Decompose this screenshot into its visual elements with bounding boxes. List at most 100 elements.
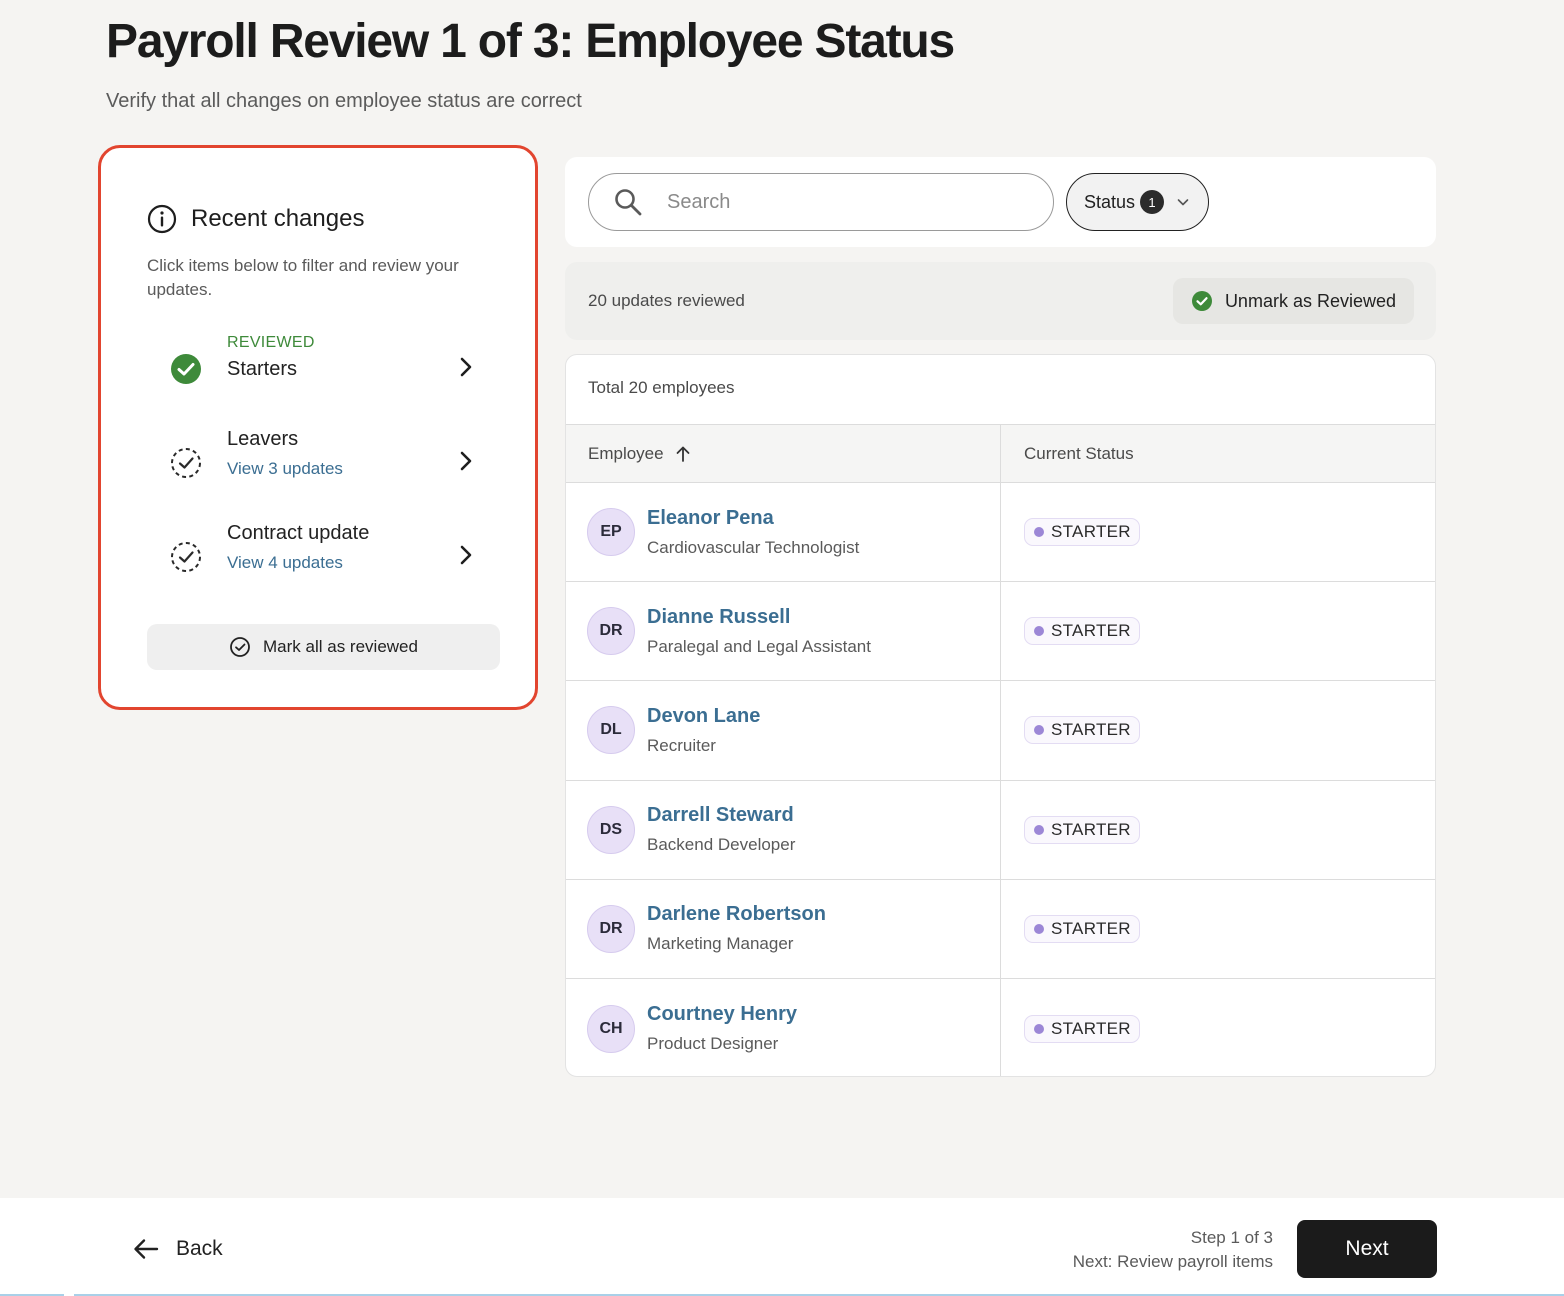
- status-filter-label: Status: [1084, 191, 1136, 212]
- status-badge: STARTER: [1024, 815, 1140, 844]
- status-dot-icon: [1034, 527, 1044, 538]
- avatar: CH: [587, 1004, 635, 1053]
- avatar: DL: [587, 706, 635, 755]
- status-dot-icon: [1034, 1023, 1044, 1034]
- change-item-text: REVIEWED Starters: [227, 334, 315, 381]
- status-cell: STARTER: [1001, 681, 1140, 779]
- updates-reviewed-text: 20 updates reviewed: [588, 291, 745, 310]
- employee-name-link[interactable]: Darlene Robertson: [647, 903, 826, 926]
- status-badge: STARTER: [1024, 716, 1140, 745]
- change-item-contract-update[interactable]: Contract update View 4 updates: [147, 522, 477, 592]
- view-updates-link[interactable]: View 4 updates: [227, 553, 369, 573]
- employee-cell: EP Eleanor Pena Cardiovascular Technolog…: [566, 483, 1001, 582]
- check-circle-icon: [1191, 291, 1212, 311]
- employee-cell: DR Dianne Russell Paralegal and Legal As…: [566, 582, 1001, 681]
- status-dot-icon: [1034, 725, 1044, 736]
- search-input[interactable]: [667, 190, 1027, 214]
- chevron-down-icon: [1177, 199, 1189, 206]
- table-row[interactable]: DL Devon Lane Recruiter STARTER: [566, 681, 1435, 781]
- employee-cell: DS Darrell Steward Backend Developer: [566, 780, 1001, 879]
- employee-name-link[interactable]: Darrell Steward: [647, 804, 795, 827]
- view-updates-link[interactable]: View 3 updates: [227, 459, 343, 479]
- table-header: Employee Current Status: [566, 425, 1435, 483]
- status-badge-label: STARTER: [1051, 1018, 1131, 1038]
- sort-ascending-icon: [676, 446, 690, 462]
- table-row[interactable]: DR Darlene Robertson Marketing Manager S…: [566, 879, 1435, 979]
- review-status-bar: 20 updates reviewed Unmark as Reviewed: [565, 262, 1436, 340]
- status-badge-label: STARTER: [1051, 522, 1131, 542]
- employee-info: Dianne Russell Paralegal and Legal Assis…: [647, 606, 871, 657]
- back-label: Back: [176, 1237, 223, 1260]
- employee-cell: DL Devon Lane Recruiter: [566, 681, 1001, 780]
- employee-info: Devon Lane Recruiter: [647, 705, 760, 756]
- change-item-name: Contract update: [227, 522, 370, 544]
- employee-info: Eleanor Pena Cardiovascular Technologist: [647, 507, 859, 558]
- recent-changes-card: Recent changes Click items below to filt…: [98, 145, 538, 710]
- check-circle-icon: [171, 354, 201, 384]
- recent-changes-description: Click items below to filter and review y…: [147, 256, 459, 299]
- status-badge: STARTER: [1024, 1014, 1140, 1043]
- status-cell: STARTER: [1001, 979, 1140, 1076]
- table-row[interactable]: EP Eleanor Pena Cardiovascular Technolog…: [566, 483, 1435, 583]
- mark-all-label: Mark all as reviewed: [263, 637, 418, 656]
- avatar: DS: [587, 805, 635, 854]
- status-badge-label: STARTER: [1051, 918, 1131, 938]
- avatar: DR: [587, 904, 635, 953]
- employee-role: Paralegal and Legal Assistant: [647, 636, 871, 656]
- change-item-leavers[interactable]: Leavers View 3 updates: [147, 428, 477, 498]
- employee-info: Darrell Steward Backend Developer: [647, 804, 795, 855]
- employee-cell: DR Darlene Robertson Marketing Manager: [566, 879, 1001, 978]
- search-box[interactable]: [588, 173, 1054, 231]
- employee-name-link[interactable]: Eleanor Pena: [647, 507, 859, 530]
- back-button[interactable]: Back: [132, 1235, 223, 1263]
- unmark-reviewed-label: Unmark as Reviewed: [1224, 290, 1396, 311]
- arrow-left-icon: [134, 1239, 159, 1259]
- footer-bar: Back Step 1 of 3 Next: Review payroll it…: [0, 1198, 1564, 1296]
- table-row[interactable]: DS Darrell Steward Backend Developer STA…: [566, 780, 1435, 880]
- column-header-label: Current Status: [1024, 443, 1134, 463]
- chevron-right-icon: [460, 545, 472, 565]
- next-button[interactable]: Next: [1297, 1220, 1437, 1278]
- next-step-label: Next: Review payroll items: [1072, 1252, 1273, 1271]
- page-subtitle: Verify that all changes on employee stat…: [106, 90, 582, 112]
- status-dot-icon: [1034, 923, 1044, 934]
- status-dot-icon: [1034, 626, 1044, 637]
- employee-role: Product Designer: [647, 1034, 779, 1054]
- change-item-starters[interactable]: REVIEWED Starters: [147, 334, 477, 404]
- employee-name-link[interactable]: Devon Lane: [647, 705, 760, 728]
- change-item-text: Leavers View 3 updates: [227, 428, 343, 479]
- status-badge: STARTER: [1024, 617, 1140, 646]
- employee-info: Courtney Henry Product Designer: [647, 1003, 797, 1054]
- table-row[interactable]: DR Dianne Russell Paralegal and Legal As…: [566, 582, 1435, 682]
- step-info: Step 1 of 3 Next: Review payroll items: [1073, 1226, 1273, 1274]
- status-dot-icon: [1034, 824, 1044, 835]
- column-header-current-status: Current Status: [1001, 425, 1134, 482]
- status-badge: STARTER: [1024, 518, 1140, 547]
- status-filter-dropdown[interactable]: Status 1: [1066, 173, 1209, 231]
- check-circle-outline-icon: [230, 637, 250, 657]
- column-header-employee[interactable]: Employee: [566, 425, 1001, 482]
- employee-name-link[interactable]: Courtney Henry: [647, 1003, 797, 1026]
- unmark-reviewed-button[interactable]: Unmark as Reviewed: [1172, 278, 1414, 324]
- status-badge-label: STARTER: [1051, 819, 1131, 839]
- employee-role: Marketing Manager: [647, 934, 794, 954]
- employee-cell: CH Courtney Henry Product Designer: [566, 978, 1001, 1076]
- employee-role: Recruiter: [647, 735, 716, 755]
- status-cell: STARTER: [1001, 781, 1140, 879]
- dashed-check-circle-icon: [171, 448, 201, 478]
- status-cell: STARTER: [1001, 880, 1140, 978]
- employee-table: Total 20 employees Employee Current Stat…: [565, 354, 1436, 1077]
- recent-changes-inner: Recent changes Click items below to filt…: [107, 154, 529, 695]
- table-row[interactable]: CH Courtney Henry Product Designer START…: [566, 978, 1435, 1076]
- search-icon: [615, 189, 642, 216]
- table-body: EP Eleanor Pena Cardiovascular Technolog…: [566, 483, 1435, 1076]
- status-cell: STARTER: [1001, 483, 1140, 581]
- employee-name-link[interactable]: Dianne Russell: [647, 606, 871, 629]
- mark-all-reviewed-button[interactable]: Mark all as reviewed: [147, 624, 500, 670]
- status-badge-label: STARTER: [1051, 720, 1131, 740]
- avatar: EP: [587, 508, 635, 557]
- change-item-name: Starters: [227, 358, 298, 380]
- recent-changes-header: Recent changes: [147, 204, 364, 234]
- reviewed-label: REVIEWED: [227, 334, 315, 351]
- employee-info: Darlene Robertson Marketing Manager: [647, 903, 826, 954]
